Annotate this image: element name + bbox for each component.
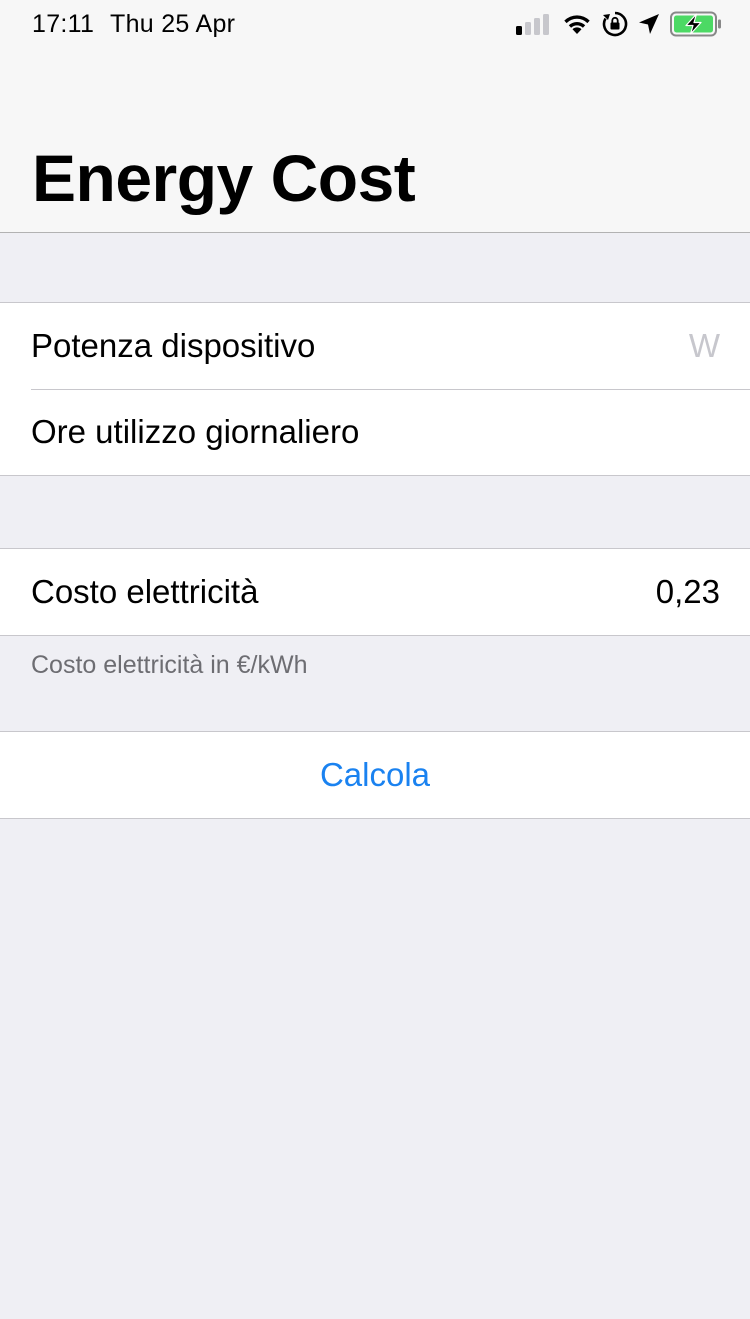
cost-footer-note: Costo elettricità in €/kWh (31, 651, 308, 679)
power-label: Potenza dispositivo (31, 327, 316, 364)
cost-label: Costo elettricità (31, 573, 259, 610)
battery-charging-icon (670, 11, 722, 37)
status-date: Thu 25 Apr (110, 10, 236, 38)
hours-cell[interactable]: Ore utilizzo giornaliero (0, 389, 750, 475)
page-title: Energy Cost (32, 141, 416, 215)
cellular-signal-icon (516, 13, 552, 35)
inputs-section: Potenza dispositivo W Ore utilizzo giorn… (0, 302, 750, 476)
wifi-icon (562, 12, 592, 36)
orientation-lock-icon (602, 11, 628, 37)
cost-cell[interactable]: Costo elettricità 0,23 (0, 549, 750, 635)
navigation-bar: Energy Cost (0, 48, 750, 233)
status-bar: 17:11 Thu 25 Apr (0, 0, 750, 48)
status-icons (516, 10, 722, 38)
calculate-button[interactable]: Calcola (0, 732, 750, 818)
cost-section: Costo elettricità 0,23 (0, 548, 750, 636)
status-time: 17:11 (32, 10, 95, 38)
hours-label: Ore utilizzo giornaliero (31, 413, 360, 450)
cost-input[interactable]: 0,23 (656, 573, 720, 611)
calculate-section: Calcola (0, 731, 750, 819)
power-input[interactable]: W (689, 327, 720, 365)
calculate-label: Calcola (319, 756, 431, 793)
power-cell[interactable]: Potenza dispositivo W (0, 303, 750, 389)
location-icon (638, 13, 660, 35)
